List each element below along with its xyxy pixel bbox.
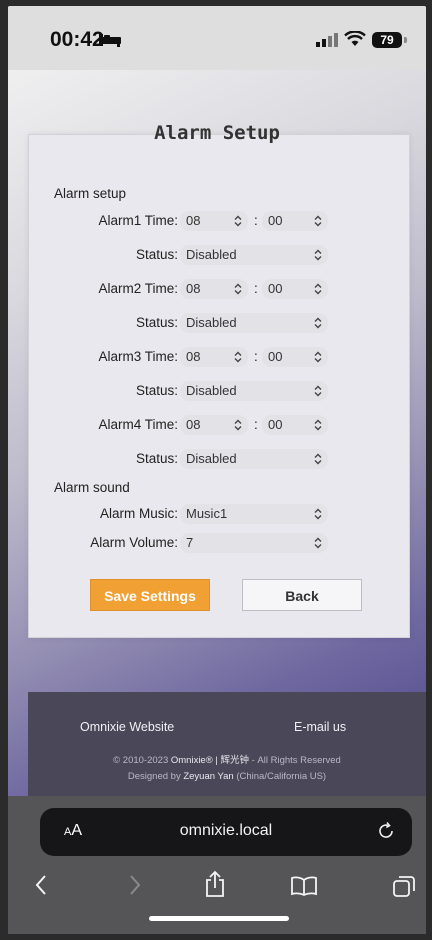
forward-arrow-icon[interactable]: [128, 874, 142, 896]
alarm3-minute-value: 00: [268, 349, 283, 364]
alarm3-status-label: Status:: [135, 383, 178, 398]
alarm4-hour-value: 08: [186, 417, 201, 432]
status-bar: 00:42 79: [8, 6, 426, 70]
share-icon[interactable]: [204, 870, 226, 898]
alarm2-minute-value: 00: [268, 281, 283, 296]
alarm-music-value: Music1: [186, 506, 228, 521]
brand-link[interactable]: Omnixie® | 辉光钟: [171, 755, 249, 766]
alarm-setup-section-label: Alarm setup: [54, 186, 127, 201]
alarm-music-label: Alarm Music:: [99, 506, 178, 521]
alarm1-time-label: Alarm1 Time:: [98, 213, 178, 228]
alarm2-status-value: Disabled: [186, 315, 237, 330]
url-text: omnixie.local: [179, 822, 273, 839]
alarm3-status-select[interactable]: Disabled: [180, 381, 328, 401]
alarm4-time-label: Alarm4 Time:: [98, 417, 178, 432]
alarm2-status-select[interactable]: Disabled: [180, 313, 328, 333]
alarm2-hour-value: 08: [186, 281, 201, 296]
alarm4-status-value: Disabled: [186, 451, 237, 466]
page-footer: Omnixie Website E-mail us © 2010-2023 Om…: [28, 692, 426, 800]
browser-toolbar: AA omnixie.local: [8, 796, 426, 934]
select-chevron-icon: [314, 351, 322, 363]
address-bar[interactable]: AA omnixie.local: [40, 808, 412, 856]
alarm2-minute-select[interactable]: 00: [262, 279, 328, 299]
alarm1-status-label: Status:: [135, 247, 178, 262]
select-chevron-icon: [314, 283, 322, 295]
omnixie-website-link[interactable]: Omnixie Website: [80, 720, 174, 734]
battery-cap: [404, 37, 407, 43]
designer-link[interactable]: Zeyuan Yan: [183, 771, 233, 782]
alarm2-time-label: Alarm2 Time:: [98, 281, 178, 296]
select-chevron-icon: [234, 283, 242, 295]
alarm1-minute-value: 00: [268, 213, 283, 228]
rights-text: - All Rights Reserved: [251, 755, 341, 766]
sleep-bed-icon: [99, 34, 121, 47]
select-chevron-icon: [314, 537, 322, 549]
alarm3-time-label: Alarm3 Time:: [98, 349, 178, 364]
select-chevron-icon: [314, 317, 322, 329]
alarm3-status-value: Disabled: [186, 383, 237, 398]
bookmarks-icon[interactable]: [290, 876, 318, 896]
battery-icon: 79: [372, 32, 402, 48]
alarm1-hour-select[interactable]: 08: [180, 211, 248, 231]
status-time: 00:42: [50, 28, 104, 51]
alarm-volume-select[interactable]: 7: [180, 533, 328, 553]
cellular-signal-icon: [316, 33, 338, 47]
select-chevron-icon: [234, 215, 242, 227]
alarm1-status-select[interactable]: Disabled: [180, 245, 328, 265]
back-button[interactable]: Back: [242, 579, 362, 611]
phone-screen: 00:42 79 Alarm Setup Alarm setup Alarm1 …: [8, 6, 426, 934]
copyright-prefix: © 2010-2023: [113, 755, 169, 766]
alarm4-status-label: Status:: [135, 451, 178, 466]
select-chevron-icon: [314, 508, 322, 520]
save-settings-button[interactable]: Save Settings: [90, 579, 210, 611]
tabs-icon[interactable]: [392, 874, 416, 898]
select-chevron-icon: [314, 385, 322, 397]
alarm1-status-value: Disabled: [186, 247, 237, 262]
alarm4-minute-value: 00: [268, 417, 283, 432]
alarm-music-select[interactable]: Music1: [180, 504, 328, 524]
wifi-icon: [344, 31, 366, 46]
alarm4-status-select[interactable]: Disabled: [180, 449, 328, 469]
designed-by-text: Designed by: [127, 771, 181, 782]
select-chevron-icon: [314, 453, 322, 465]
time-separator: :: [254, 281, 258, 296]
select-chevron-icon: [314, 215, 322, 227]
copyright-line: © 2010-2023 Omnixie® | 辉光钟 - All Rights …: [28, 752, 426, 766]
designer-location: (China/California US): [236, 771, 327, 782]
time-separator: :: [254, 213, 258, 228]
alarm2-status-label: Status:: [135, 315, 178, 330]
email-us-link[interactable]: E-mail us: [294, 720, 346, 734]
alarm3-minute-select[interactable]: 00: [262, 347, 328, 367]
alarm1-minute-select[interactable]: 00: [262, 211, 328, 231]
alarm-volume-value: 7: [186, 535, 194, 550]
back-arrow-icon[interactable]: [34, 874, 48, 896]
battery-level: 79: [380, 33, 394, 47]
home-indicator: [149, 916, 289, 921]
alarm1-hour-value: 08: [186, 213, 201, 228]
select-chevron-icon: [234, 351, 242, 363]
time-separator: :: [254, 417, 258, 432]
alarm4-hour-select[interactable]: 08: [180, 415, 248, 435]
select-chevron-icon: [314, 419, 322, 431]
alarm4-minute-select[interactable]: 00: [262, 415, 328, 435]
alarm-volume-label: Alarm Volume:: [90, 535, 178, 550]
alarm-sound-section-label: Alarm sound: [54, 480, 130, 495]
page-title: Alarm Setup: [154, 122, 280, 144]
alarm2-hour-select[interactable]: 08: [180, 279, 248, 299]
time-separator: :: [254, 349, 258, 364]
select-chevron-icon: [314, 249, 322, 261]
select-chevron-icon: [234, 419, 242, 431]
alarm3-hour-select[interactable]: 08: [180, 347, 248, 367]
designer-line: Designed by Zeyuan Yan (China/California…: [28, 771, 426, 782]
alarm3-hour-value: 08: [186, 349, 201, 364]
reload-icon[interactable]: [376, 821, 396, 841]
